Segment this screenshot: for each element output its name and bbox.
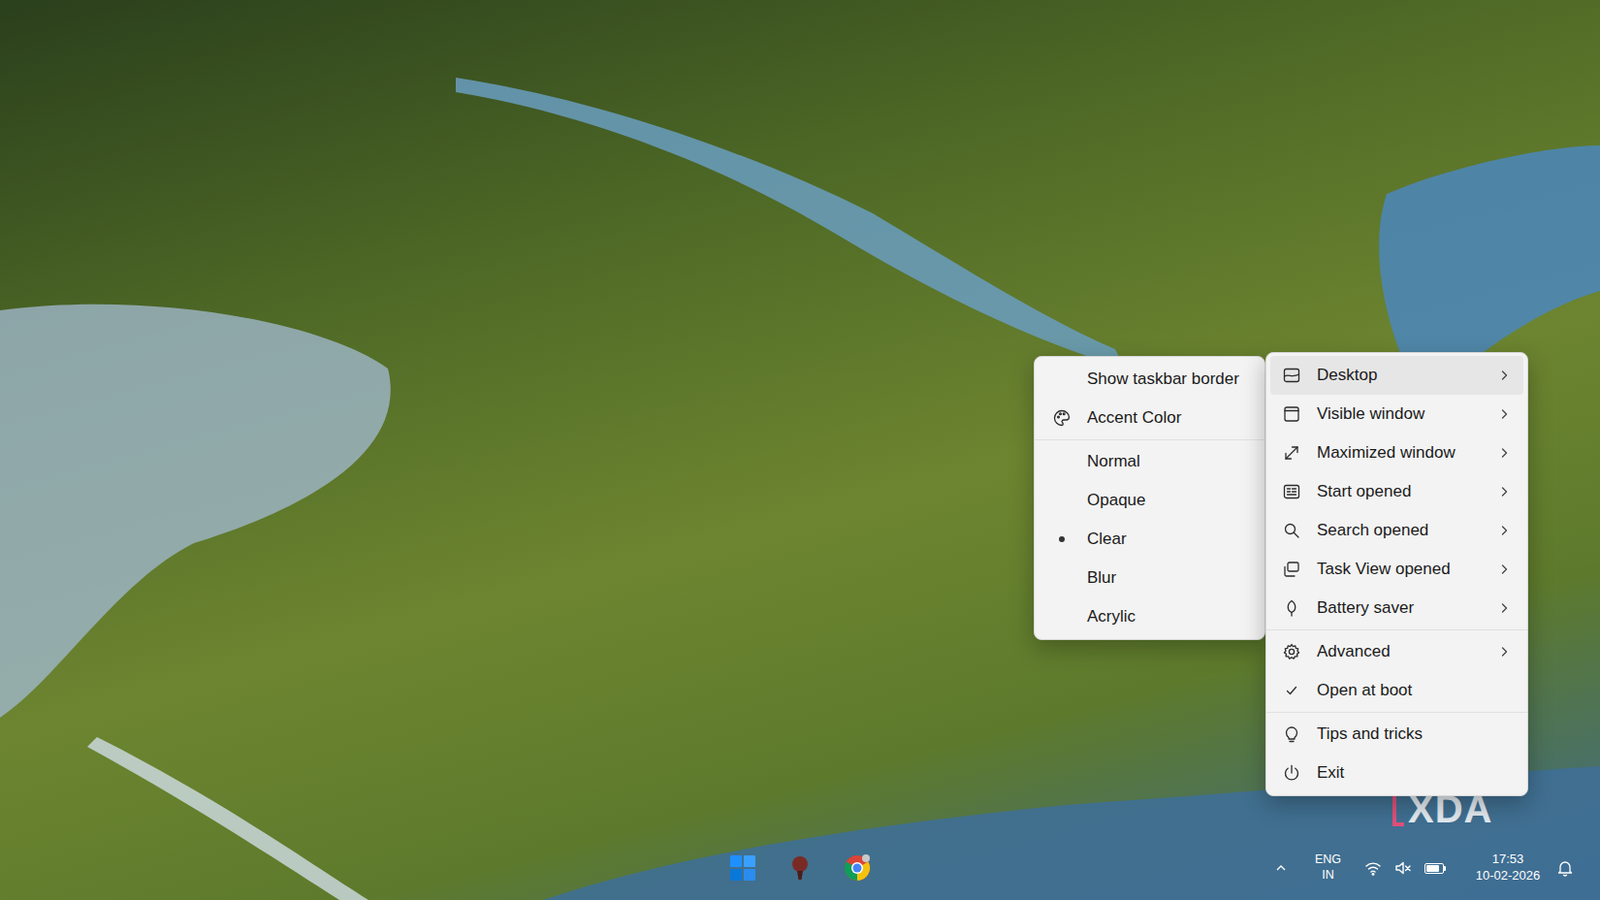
battery-tip — [1443, 865, 1446, 871]
menu-item[interactable]: Visible window — [1270, 394, 1524, 434]
menu-item[interactable]: Advanced — [1270, 632, 1524, 672]
gear-icon — [1281, 641, 1302, 662]
taskbar-app[interactable] — [833, 844, 881, 892]
mode-item[interactable]: Acrylic — [1038, 597, 1261, 637]
transparency-submenu: Show taskbar borderAccent Color NormalOpa… — [1033, 355, 1266, 640]
icon-slot — [1281, 724, 1302, 744]
mode-item[interactable]: Blur — [1038, 558, 1261, 598]
chevron-right-icon — [1498, 645, 1510, 658]
chevron-right-icon — [1498, 408, 1510, 420]
menu-item[interactable]: Show taskbar border — [1038, 359, 1261, 399]
chevron-right-icon — [1498, 602, 1510, 614]
menu-item[interactable]: Open at boot — [1270, 671, 1524, 710]
toggle-mark — [1281, 680, 1302, 701]
menu-item[interactable]: Search opened — [1270, 511, 1524, 550]
menu-item[interactable]: Desktop — [1270, 355, 1524, 395]
windows-logo-icon — [729, 854, 757, 882]
maximize-icon — [1281, 443, 1302, 463]
desktop-icon — [1281, 365, 1302, 385]
chevron-right-icon — [1498, 369, 1510, 382]
menu-separator — [1034, 439, 1265, 441]
chrome-icon — [842, 853, 872, 883]
icon-slot — [1281, 641, 1302, 662]
chevron-right-icon — [1498, 563, 1510, 576]
icon-slot — [1281, 520, 1302, 541]
palette-icon — [1052, 408, 1072, 428]
menu-separator — [1266, 629, 1528, 631]
menu-item[interactable]: Accent Color — [1038, 398, 1261, 438]
app-icon — [786, 854, 814, 882]
taskbar-app[interactable] — [776, 844, 824, 892]
taskbar-apps — [719, 844, 881, 892]
battery-fill — [1426, 864, 1440, 872]
icon-slot — [1281, 404, 1302, 424]
selected-dot — [1058, 536, 1065, 543]
wifi-icon[interactable] — [1364, 859, 1382, 877]
check-icon — [1281, 680, 1302, 701]
mode-item[interactable]: Clear — [1038, 519, 1261, 559]
menu-item[interactable]: Maximized window — [1270, 433, 1524, 473]
start-icon — [1281, 481, 1302, 502]
radio-mark — [1052, 529, 1072, 549]
battery-saver-icon — [1281, 598, 1302, 618]
search-icon — [1281, 520, 1302, 541]
power-icon — [1281, 763, 1302, 783]
battery-icon[interactable] — [1424, 863, 1446, 874]
task-view-icon — [1281, 559, 1302, 579]
chevron-right-icon — [1498, 485, 1510, 498]
icon-slot — [1281, 443, 1302, 463]
mode-item[interactable]: Opaque — [1038, 480, 1261, 520]
mode-item[interactable]: Normal — [1038, 442, 1261, 481]
chevron-right-icon — [1498, 524, 1510, 537]
menu-item[interactable]: Exit — [1270, 753, 1524, 793]
notification-bell-icon[interactable] — [1556, 859, 1574, 877]
start-button[interactable] — [719, 844, 767, 892]
menu-item[interactable]: Start opened — [1270, 472, 1524, 512]
chevron-up-icon[interactable] — [1275, 862, 1287, 874]
icon-slot — [1281, 481, 1302, 502]
lightbulb-icon — [1281, 724, 1302, 744]
menu-item[interactable]: Tips and tricks — [1270, 714, 1524, 754]
menu-item[interactable]: Task View opened — [1270, 549, 1524, 589]
window-icon — [1281, 404, 1302, 424]
clock[interactable]: 17:5310-02-2026 — [1469, 851, 1547, 885]
menu-item[interactable]: Battery saver — [1270, 588, 1524, 628]
system-tray: ENGIN 17:5310-02-2026 — [880, 851, 1600, 885]
volume-icon[interactable] — [1394, 859, 1412, 877]
chevron-right-icon — [1498, 447, 1510, 459]
context-menu: DesktopVisible windowMaximized windowSta… — [1265, 352, 1529, 797]
menu-separator — [1266, 711, 1528, 713]
taskbar: ENGIN 17:5310-02-2026 — [0, 835, 1600, 900]
icon-slot — [1281, 763, 1302, 783]
language-indicator[interactable]: ENGIN — [1314, 852, 1342, 883]
icon-slot — [1281, 598, 1302, 618]
icon-slot — [1052, 408, 1072, 428]
icon-slot — [1281, 559, 1302, 579]
icon-slot — [1281, 365, 1302, 385]
battery-track — [1424, 863, 1444, 874]
